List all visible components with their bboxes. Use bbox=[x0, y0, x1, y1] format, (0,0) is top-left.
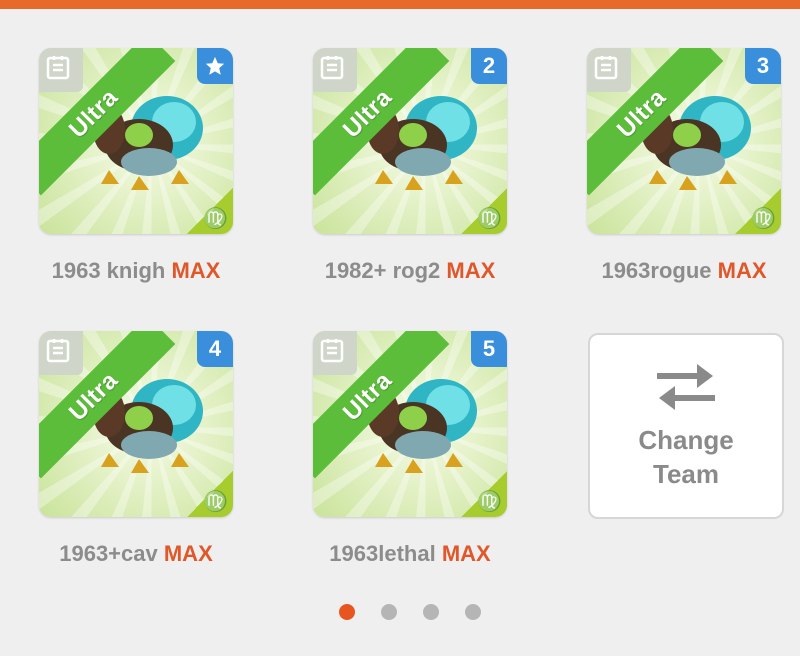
dragon-tile[interactable]: Ultra ♍ bbox=[39, 48, 233, 234]
level-max: MAX bbox=[441, 541, 491, 566]
leader-badge bbox=[197, 48, 233, 84]
page-dot-2[interactable] bbox=[381, 604, 397, 620]
dragon-name: 1963rogue bbox=[601, 258, 712, 283]
level-max: MAX bbox=[446, 258, 496, 283]
pagination-dots bbox=[339, 604, 481, 620]
page-dot-4[interactable] bbox=[465, 604, 481, 620]
level-max: MAX bbox=[163, 541, 213, 566]
page-dot-1[interactable] bbox=[339, 604, 355, 620]
notes-icon[interactable] bbox=[593, 54, 619, 80]
zodiac-virgo-icon: ♍ bbox=[203, 491, 228, 513]
team-slot-2[interactable]: Ultra 2 ♍ 1982+ rog2 MAX bbox=[312, 48, 508, 284]
slot-number-badge: 2 bbox=[471, 48, 507, 84]
level-max: MAX bbox=[717, 258, 767, 283]
slot-number-badge: 5 bbox=[471, 331, 507, 367]
level-max: MAX bbox=[171, 258, 221, 283]
dragon-tile[interactable]: Ultra 3 ♍ bbox=[587, 48, 781, 234]
zodiac-virgo-icon: ♍ bbox=[477, 208, 502, 230]
dragon-name: 1963lethal bbox=[329, 541, 436, 566]
notes-icon[interactable] bbox=[319, 54, 345, 80]
change-team-button[interactable]: Change Team bbox=[588, 333, 784, 519]
notes-icon[interactable] bbox=[319, 337, 345, 363]
notes-icon[interactable] bbox=[45, 337, 71, 363]
dragon-name: 1963+cav bbox=[59, 541, 158, 566]
zodiac-virgo-icon: ♍ bbox=[203, 208, 228, 230]
dragon-tile[interactable]: Ultra 4 ♍ bbox=[39, 331, 233, 517]
page-dot-3[interactable] bbox=[423, 604, 439, 620]
swap-arrows-icon bbox=[657, 364, 715, 410]
slot-number-badge: 4 bbox=[197, 331, 233, 367]
team-slot-3[interactable]: Ultra 3 ♍ 1963rogue MAX bbox=[586, 48, 782, 284]
slot-number-badge: 3 bbox=[745, 48, 781, 84]
team-slot-5[interactable]: Ultra 5 ♍ 1963lethal MAX bbox=[312, 331, 508, 567]
zodiac-virgo-icon: ♍ bbox=[477, 491, 502, 513]
team-slot-1[interactable]: Ultra ♍ 1963 knigh MAX bbox=[38, 48, 234, 284]
change-team-label: Change Team bbox=[638, 425, 734, 489]
header-accent-bar bbox=[0, 0, 800, 9]
dragon-tile[interactable]: Ultra 2 ♍ bbox=[313, 48, 507, 234]
dragon-tile[interactable]: Ultra 5 ♍ bbox=[313, 331, 507, 517]
notes-icon[interactable] bbox=[45, 54, 71, 80]
dragon-name: 1963 knigh bbox=[51, 258, 166, 283]
team-slot-4[interactable]: Ultra 4 ♍ 1963+cav MAX bbox=[38, 331, 234, 567]
dragon-name: 1982+ rog2 bbox=[324, 258, 441, 283]
zodiac-virgo-icon: ♍ bbox=[751, 208, 776, 230]
star-icon bbox=[205, 56, 225, 75]
